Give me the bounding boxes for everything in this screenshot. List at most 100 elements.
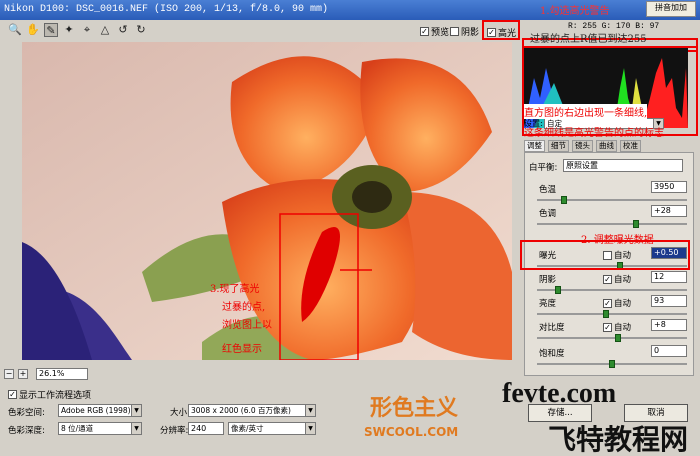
shadow-label: 阴影 <box>461 28 480 38</box>
tab-curve[interactable]: 曲线 <box>596 140 617 152</box>
slider-thumb[interactable] <box>633 220 639 228</box>
check-icon: ✓ <box>8 390 17 399</box>
size-label: 大小: <box>170 408 190 418</box>
check-icon: ✓ <box>487 28 496 37</box>
site-watermark-cn: 飞特教程网 <box>548 423 689 456</box>
preview-image[interactable] <box>22 42 512 360</box>
slider-thumb[interactable] <box>615 334 621 342</box>
shadows-slider[interactable] <box>537 286 687 294</box>
annotation-red-points-3: 浏览图上以 <box>222 320 272 331</box>
crop-icon[interactable]: ⌖ <box>80 23 94 37</box>
tint-input[interactable]: +28 <box>651 205 687 217</box>
straighten-icon[interactable]: △ <box>98 23 112 37</box>
size-value: 3008 x 2000 (6.0 百万像素) <box>191 406 291 415</box>
resolution-label: 分辨率: <box>160 426 189 436</box>
shadows-input[interactable]: 12 <box>651 271 687 283</box>
highlight-warning-checkbox[interactable]: ✓ 高光 <box>487 26 516 39</box>
tab-strip: 调整 细节 镜头 曲线 校准 <box>524 140 694 152</box>
temperature-input[interactable]: 3950 <box>651 181 687 193</box>
zoom-select[interactable]: 26.1% <box>36 368 88 380</box>
toolbar: 🔍 ✋ ✎ ✦ ⌖ △ ↺ ↻ ✓ 预览 阴影 <box>0 20 520 40</box>
brand-logo-cn: 形色主义 <box>370 396 459 421</box>
brightness-input[interactable]: 93 <box>651 295 687 307</box>
saturation-slider[interactable] <box>537 360 687 368</box>
eyedropper-icon[interactable]: ✎ <box>44 23 58 37</box>
white-balance-select[interactable]: 原照设置 <box>563 159 683 172</box>
annotation-histogram-1: 直方图的右边出现一条细线, <box>524 104 648 119</box>
annotation-histogram-2: 这条细线是高光警告的点的标志 <box>524 128 664 139</box>
size-select[interactable]: 3008 x 2000 (6.0 百万像素) ▼ <box>188 404 316 417</box>
rotate-left-icon[interactable]: ↺ <box>116 23 130 37</box>
chevron-down-icon: ▼ <box>305 423 315 434</box>
preview-label: 预览 <box>431 28 450 38</box>
annotation-red-points-4: 红色显示 <box>222 344 262 355</box>
annotation-highlight-check: 1.勾选高光警告 <box>540 6 610 17</box>
highlight-warning-highlight-box: ✓ 高光 <box>482 20 520 40</box>
chevron-down-icon: ▼ <box>131 405 141 416</box>
resolution-unit-select[interactable]: 像素/英寸 ▼ <box>228 422 316 435</box>
contrast-input[interactable]: +8 <box>651 319 687 331</box>
color-space-select[interactable]: Adobe RGB (1998) ▼ <box>58 404 142 417</box>
hand-icon[interactable]: ✋ <box>26 23 40 37</box>
tint-slider[interactable] <box>537 220 687 228</box>
saturation-input[interactable]: 0 <box>651 345 687 357</box>
shadows-auto-label: 自动 <box>614 275 632 285</box>
contrast-label: 对比度 <box>539 323 565 333</box>
brightness-slider[interactable] <box>537 310 687 318</box>
color-sampler-icon[interactable]: ✦ <box>62 23 76 37</box>
white-balance-value: 原照设置 <box>566 161 598 170</box>
zoom-out-icon[interactable]: − <box>4 369 14 379</box>
check-icon: ✓ <box>603 274 612 284</box>
brightness-label: 亮度 <box>539 299 557 309</box>
resolution-unit-value: 像素/英寸 <box>231 424 264 433</box>
annotation-rgb-255: 过暴的点上R值已到达255 <box>530 34 647 45</box>
site-watermark: fevte.com <box>502 378 617 409</box>
temperature-label: 色温 <box>539 185 557 195</box>
highlight-label: 高光 <box>498 29 517 39</box>
tint-label: 色调 <box>539 209 557 219</box>
annotation-red-points-1: 3.现了高光 <box>210 284 260 295</box>
color-depth-select[interactable]: 8 位/通道 ▼ <box>58 422 142 435</box>
zoom-bar: − + 26.1% <box>0 366 520 382</box>
color-depth-value: 8 位/通道 <box>61 424 94 433</box>
slider-thumb[interactable] <box>555 286 561 294</box>
shadows-label: 阴影 <box>539 275 557 285</box>
chevron-down-icon: ▼ <box>305 405 315 416</box>
tab-lens[interactable]: 镜头 <box>572 140 593 152</box>
resolution-input[interactable]: 240 <box>188 422 224 435</box>
check-icon: ✓ <box>420 27 429 36</box>
zoom-in-icon[interactable]: + <box>18 369 28 379</box>
brand-url: SWCOOL.COM <box>364 425 459 439</box>
show-workflow-checkbox[interactable]: ✓ 显示工作流程选项 <box>8 388 91 401</box>
chevron-down-icon: ▼ <box>131 423 141 434</box>
tab-adjust[interactable]: 调整 <box>524 140 545 152</box>
brightness-auto-checkbox[interactable]: ✓ 自动 <box>603 297 631 309</box>
check-icon: ✓ <box>603 298 612 308</box>
rotate-right-icon[interactable]: ↻ <box>134 23 148 37</box>
color-depth-label: 色彩深度: <box>8 426 45 436</box>
tulip-photo <box>22 42 512 360</box>
slider-thumb[interactable] <box>609 360 615 368</box>
settings-label: 设置: <box>524 119 543 128</box>
slider-thumb[interactable] <box>561 196 567 204</box>
white-balance-label: 白平衡: <box>529 163 558 173</box>
check-icon: ✓ <box>603 322 612 332</box>
contrast-auto-label: 自动 <box>614 323 632 333</box>
annotation-red-points-2: 过暴的点, <box>222 302 266 313</box>
color-space-label: 色彩空间: <box>8 408 45 418</box>
color-space-value: Adobe RGB (1998) <box>61 406 131 415</box>
window-title: Nikon D100: DSC_0016.NEF (ISO 200, 1/13,… <box>4 4 329 15</box>
contrast-slider[interactable] <box>537 334 687 342</box>
saturation-label: 饱和度 <box>539 349 565 359</box>
contrast-auto-checkbox[interactable]: ✓ 自动 <box>603 321 631 333</box>
ime-indicator[interactable]: 拼音加加 <box>646 1 696 17</box>
shadow-warning-checkbox[interactable]: 阴影 <box>450 25 479 38</box>
brightness-auto-label: 自动 <box>614 299 632 309</box>
preview-checkbox[interactable]: ✓ 预览 <box>420 25 449 38</box>
slider-thumb[interactable] <box>603 310 609 318</box>
temperature-slider[interactable] <box>537 196 687 204</box>
zoom-icon[interactable]: 🔍 <box>8 23 22 37</box>
tab-detail[interactable]: 细节 <box>548 140 569 152</box>
shadows-auto-checkbox[interactable]: ✓ 自动 <box>603 273 631 285</box>
tab-calibrate[interactable]: 校准 <box>620 140 641 152</box>
